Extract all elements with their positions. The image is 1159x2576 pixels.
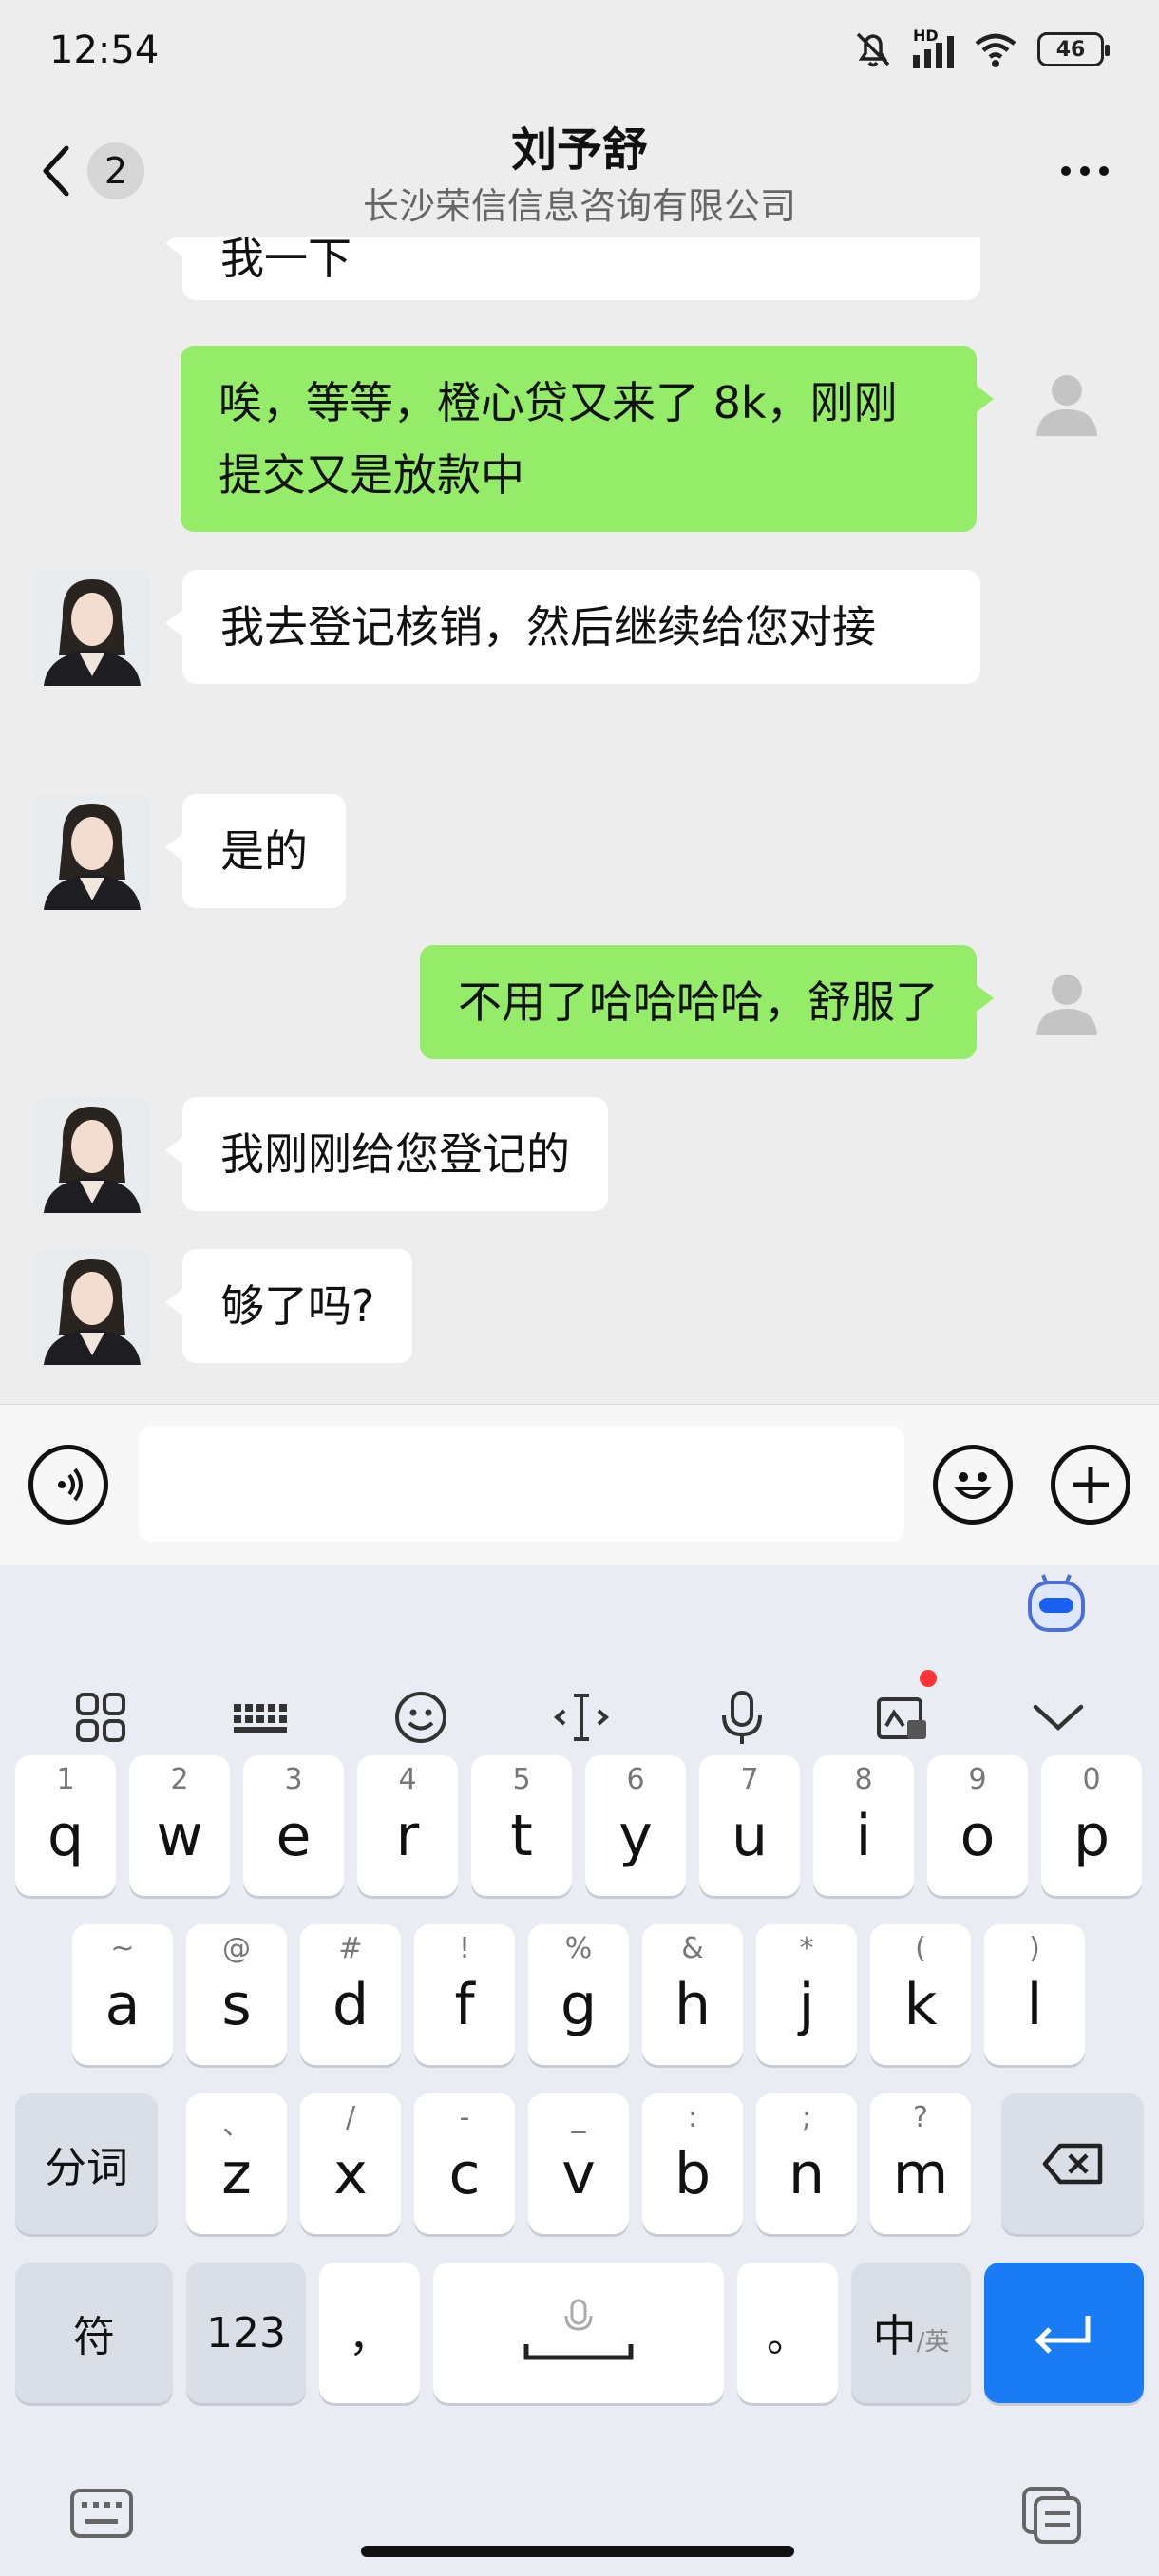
enter-icon <box>1035 2316 1091 2354</box>
enter-key[interactable] <box>984 2263 1144 2403</box>
chat-subtitle: 长沙荣信信息咨询有限公司 <box>362 185 796 227</box>
my-avatar[interactable] <box>1009 945 1125 1061</box>
message-bubble[interactable]: 唉，等等，橙心贷又来了 8k，刚刚提交又是放款中 <box>180 346 994 532</box>
key-a[interactable]: ~ a <box>72 1924 173 2065</box>
chat-title: 刘予舒 <box>510 123 648 177</box>
message-bubble[interactable]: 我刚刚给您登记的 <box>165 1097 608 1211</box>
contact-photo <box>34 570 150 686</box>
contact-photo <box>34 1097 150 1213</box>
key-m[interactable]: ? m <box>870 2093 971 2234</box>
message-bubble[interactable]: 是的 <box>165 794 346 908</box>
keyboard-icon <box>70 2489 133 2538</box>
clipboard-icon <box>1022 2487 1081 2544</box>
key-l[interactable]: ) l <box>984 1924 1085 2065</box>
home-indicator[interactable] <box>361 2546 794 2557</box>
emoji-button[interactable] <box>933 1445 1013 1525</box>
message-input-bar <box>0 1404 1159 1565</box>
segment-key[interactable]: 分词 <box>15 2093 158 2234</box>
signal-icon: HD <box>913 27 954 68</box>
battery-icon: 46 <box>1037 32 1110 66</box>
key-d[interactable]: # d <box>300 1924 401 2065</box>
voice-icon <box>58 1468 83 1502</box>
voice-input-button[interactable] <box>28 1445 108 1525</box>
key-z[interactable]: 、 z <box>186 2093 287 2234</box>
space-key[interactable] <box>433 2263 724 2403</box>
message-input[interactable] <box>139 1426 904 1542</box>
symbols-key[interactable]: 符 <box>15 2263 173 2403</box>
contact-avatar[interactable] <box>34 570 150 686</box>
keyboard-layout-icon <box>234 1704 287 1733</box>
comma-key[interactable]: ， <box>319 2263 420 2403</box>
key-b[interactable]: :b <box>642 2093 743 2234</box>
key-p[interactable]: 0p <box>1041 1755 1142 1896</box>
key-k[interactable]: (k <box>870 1924 971 2065</box>
apps-icon <box>76 1693 125 1742</box>
contact-avatar[interactable] <box>34 1249 150 1365</box>
chat-header: 2 刘予舒 长沙荣信信息咨询有限公司 <box>0 104 1159 237</box>
key-o[interactable]: 9o <box>927 1755 1028 1896</box>
key-j[interactable]: * j <box>756 1924 857 2065</box>
key-q[interactable]: 1q <box>15 1755 116 1896</box>
key-n[interactable]: ; n <box>756 2093 857 2234</box>
contact-photo <box>34 1249 150 1365</box>
more-options-button[interactable] <box>1047 142 1123 199</box>
key-r[interactable]: 4r <box>357 1755 458 1896</box>
plus-icon <box>1073 1467 1109 1503</box>
my-avatar[interactable] <box>1009 346 1125 462</box>
key-c[interactable]: -c <box>414 2093 515 2234</box>
more-dot <box>1080 166 1090 176</box>
key-g[interactable]: % g <box>528 1924 629 2065</box>
key-u[interactable]: 7u <box>699 1755 800 1896</box>
contact-avatar[interactable] <box>34 1097 150 1213</box>
emoji-icon <box>953 1472 993 1499</box>
language-switch-key[interactable]: 中/英 <box>851 2263 971 2403</box>
space-mic-icon <box>523 2299 634 2360</box>
message-bubble[interactable]: 我去登记核销，然后继续给您对接 <box>165 570 980 684</box>
message-bubble[interactable]: 不用了哈哈哈哈，舒服了 <box>420 945 994 1059</box>
key-i[interactable]: 8i <box>813 1755 914 1896</box>
message-bubble[interactable]: 我一下 <box>165 237 980 300</box>
backspace-key[interactable] <box>1001 2093 1144 2234</box>
user-placeholder-icon <box>1036 375 1097 436</box>
notification-dot <box>920 1670 937 1687</box>
status-time: 12:54 <box>49 28 160 72</box>
key-e[interactable]: 3e <box>243 1755 344 1896</box>
key-w[interactable]: 2w <box>129 1755 230 1896</box>
key-t[interactable]: 5t <box>471 1755 572 1896</box>
message-list[interactable]: 我一下 唉，等等，橙心贷又来了 8k，刚刚提交又是放款中 我去登记核销，然后继续… <box>0 237 1159 1404</box>
ime-keyboard: 1q 2w 3e 4r 5t 6y 7u 8i 9o 0p ~ a @ s # d !… <box>0 1565 1159 2576</box>
contact-photo <box>34 794 150 910</box>
mic-icon <box>722 1691 762 1744</box>
clipboard-button[interactable] <box>1020 2485 1083 2548</box>
status-bar: 12:54 HD 46 <box>0 0 1159 104</box>
emoji-icon <box>395 1692 446 1743</box>
message-bubble[interactable]: 够了吗? <box>164 1249 413 1363</box>
more-dot <box>1061 166 1071 176</box>
user-placeholder-icon <box>1036 975 1097 1035</box>
key-h[interactable]: & h <box>642 1924 743 2065</box>
key-v[interactable]: _ v <box>528 2093 629 2234</box>
keyboard-switch-button[interactable] <box>68 2487 135 2544</box>
more-actions-button[interactable] <box>1051 1445 1130 1525</box>
backspace-icon <box>1042 2143 1103 2185</box>
key-x[interactable]: / x <box>300 2093 401 2234</box>
key-s[interactable]: @ s <box>186 1924 287 2065</box>
more-dot <box>1099 166 1109 176</box>
period-key[interactable]: 。 <box>737 2263 838 2403</box>
cursor-icon <box>553 1694 610 1741</box>
media-icon <box>877 1697 926 1739</box>
chevron-down-icon <box>1033 1704 1084 1732</box>
wifi-icon <box>975 33 1016 67</box>
key-f[interactable]: ! f <box>414 1924 515 2065</box>
assistant-robot-icon[interactable] <box>1026 1571 1087 1634</box>
status-icons: HD 46 <box>852 27 1110 70</box>
contact-avatar[interactable] <box>34 794 150 910</box>
key-y[interactable]: 6y <box>585 1755 686 1896</box>
numbers-key[interactable]: 123 <box>186 2263 306 2403</box>
bell-off-icon <box>856 32 890 67</box>
